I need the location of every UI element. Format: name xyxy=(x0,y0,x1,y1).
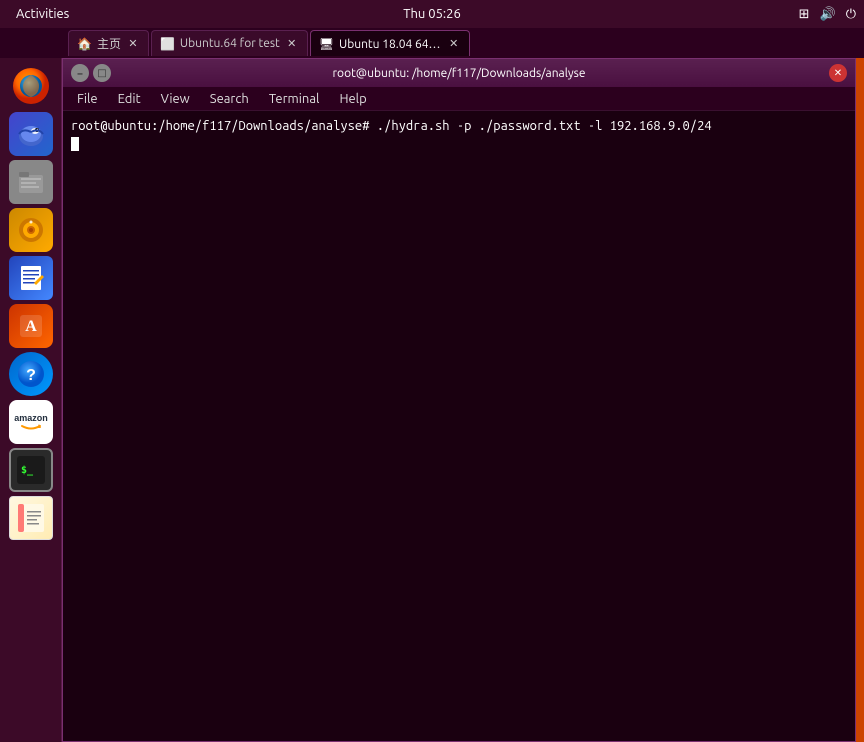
appstore-icon: A xyxy=(16,311,46,341)
close-button[interactable]: ✕ xyxy=(829,64,847,82)
sidebar-item-sound[interactable] xyxy=(9,208,53,252)
svg-text:?: ? xyxy=(26,367,36,384)
tab-home-label: 主页 xyxy=(97,35,121,52)
volume-icon[interactable]: 🔊 xyxy=(820,7,836,22)
sidebar-item-terminal[interactable]: $_ xyxy=(9,448,53,492)
menu-edit[interactable]: Edit xyxy=(108,90,151,108)
clock: Thu 05:26 xyxy=(403,7,461,21)
taskbar: 🏠 主页 ✕ ⬜ Ubuntu.64 for test ✕ 🖥 Ubuntu 1… xyxy=(0,28,864,58)
firefox-icon xyxy=(11,66,51,106)
menu-file[interactable]: File xyxy=(67,90,108,108)
sidebar: A ? amazon xyxy=(0,58,62,742)
home-tab-icon: 🏠 xyxy=(77,37,92,51)
tab-home[interactable]: 🏠 主页 ✕ xyxy=(68,30,149,56)
right-strip xyxy=(856,58,864,742)
terminal-body[interactable]: root@ubuntu:/home/f117/Downloads/analyse… xyxy=(63,111,855,741)
power-icon[interactable]: ⏻ xyxy=(846,7,856,22)
sidebar-item-notepad[interactable] xyxy=(9,496,53,540)
svg-text:$_: $_ xyxy=(21,465,34,476)
terminal-title: root@ubuntu: /home/f117/Downloads/analys… xyxy=(131,67,787,80)
menu-view[interactable]: View xyxy=(151,90,200,108)
sidebar-item-files[interactable] xyxy=(9,160,53,204)
sound-icon xyxy=(16,215,46,245)
terminal-window: – □ root@ubuntu: /home/f117/Downloads/an… xyxy=(62,58,856,742)
sidebar-item-appstore[interactable]: A xyxy=(9,304,53,348)
sidebar-item-writer[interactable] xyxy=(9,256,53,300)
terminal-line-1: root@ubuntu:/home/f117/Downloads/analyse… xyxy=(71,117,847,135)
activities-button[interactable]: Activities xyxy=(8,5,77,23)
terminal-icon: $_ xyxy=(17,456,45,484)
maximize-button[interactable]: □ xyxy=(93,64,111,82)
top-bar: Activities Thu 05:26 ⊞ 🔊 ⏻ xyxy=(0,0,864,28)
amazon-icon: amazon xyxy=(14,405,48,439)
menu-terminal[interactable]: Terminal xyxy=(259,90,330,108)
browser-tab-icon: ⬜ xyxy=(160,37,175,51)
files-icon xyxy=(16,167,46,197)
help-icon: ? xyxy=(16,359,46,389)
sidebar-item-help[interactable]: ? xyxy=(9,352,53,396)
main-container: A ? amazon xyxy=(0,58,864,742)
terminal-menubar: File Edit View Search Terminal Help xyxy=(63,87,855,111)
writer-icon xyxy=(16,263,46,293)
tab-home-close[interactable]: ✕ xyxy=(126,37,140,51)
notepad-icon xyxy=(17,503,45,533)
terminal-tab-icon: 🖥 xyxy=(319,37,334,51)
sidebar-item-thunderbird[interactable] xyxy=(9,112,53,156)
menu-help[interactable]: Help xyxy=(329,90,376,108)
network-icon[interactable]: ⊞ xyxy=(799,7,810,22)
tab-ubuntu-test-close[interactable]: ✕ xyxy=(285,37,299,51)
svg-text:A: A xyxy=(25,318,37,335)
tab-ubuntu-test-label: Ubuntu.64 for test xyxy=(180,37,280,50)
terminal-cursor xyxy=(71,137,79,151)
minimize-button[interactable]: – xyxy=(71,64,89,82)
svg-text:amazon: amazon xyxy=(14,413,48,423)
tab-ubuntu-active[interactable]: 🖥 Ubuntu 18.04 64 位 ✕ xyxy=(310,30,470,56)
terminal-titlebar: – □ root@ubuntu: /home/f117/Downloads/an… xyxy=(63,59,855,87)
menu-search[interactable]: Search xyxy=(200,90,259,108)
sidebar-item-firefox[interactable] xyxy=(9,64,53,108)
top-bar-right: ⊞ 🔊 ⏻ xyxy=(799,7,856,22)
tab-ubuntu-active-close[interactable]: ✕ xyxy=(447,37,461,51)
top-bar-left: Activities xyxy=(8,5,77,23)
tab-ubuntu-test[interactable]: ⬜ Ubuntu.64 for test ✕ xyxy=(151,30,308,56)
thunderbird-icon xyxy=(15,118,47,150)
terminal-prompt-line xyxy=(71,135,847,153)
sidebar-item-amazon[interactable]: amazon xyxy=(9,400,53,444)
tab-ubuntu-active-label: Ubuntu 18.04 64 位 xyxy=(339,35,442,52)
